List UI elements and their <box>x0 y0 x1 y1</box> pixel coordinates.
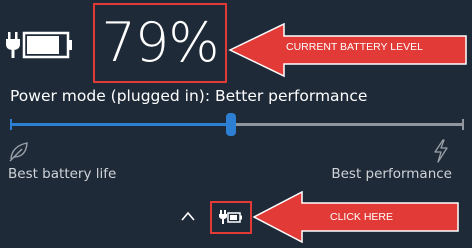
slider-tick-max <box>462 119 464 130</box>
slider-track-filled[interactable] <box>10 123 229 126</box>
callout-click-here: CLICK HERE <box>330 211 394 223</box>
slider-track-empty[interactable] <box>235 123 464 126</box>
chevron-up-icon[interactable] <box>180 210 196 222</box>
battery-charging-icon <box>6 31 72 59</box>
power-mode-label: Power mode (plugged in): Better performa… <box>10 87 368 105</box>
label-best-battery-life: Best battery life <box>8 166 117 182</box>
lightning-bolt-icon <box>434 139 448 163</box>
highlight-box-percentage <box>93 3 227 83</box>
highlight-box-tray-icon <box>210 201 252 234</box>
power-mode-slider-thumb[interactable] <box>226 113 236 136</box>
callout-current-battery-level: CURRENT BATTERY LEVEL <box>286 41 423 53</box>
leaf-icon <box>9 142 28 162</box>
label-best-performance: Best performance <box>331 166 452 182</box>
